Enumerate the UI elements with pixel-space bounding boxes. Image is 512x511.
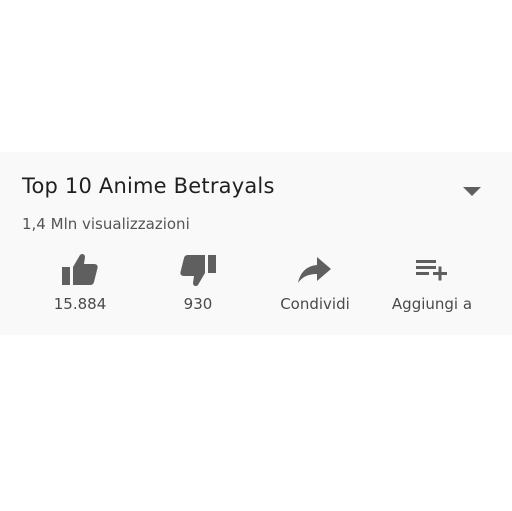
chevron-down-icon (463, 187, 481, 196)
add-to-playlist-button[interactable]: Aggiungi a (382, 252, 482, 324)
video-info-panel: Top 10 Anime Betrayals 1,4 Mln visualizz… (0, 152, 512, 335)
playlist-add-icon (412, 252, 452, 288)
dislike-button[interactable]: 930 (158, 252, 238, 324)
thumbs-down-icon (178, 252, 218, 288)
thumbs-up-icon (60, 252, 100, 288)
video-title: Top 10 Anime Betrayals (22, 174, 275, 198)
expand-description-button[interactable] (462, 182, 482, 196)
share-label: Condividi (280, 295, 350, 313)
share-arrow-icon (295, 252, 335, 288)
like-count: 15.884 (53, 295, 107, 313)
like-button[interactable]: 15.884 (40, 252, 120, 324)
add-to-label: Aggiungi a (391, 295, 473, 313)
view-count: 1,4 Mln visualizzazioni (22, 215, 190, 233)
dislike-count: 930 (183, 295, 213, 313)
share-button[interactable]: Condividi (270, 252, 360, 324)
